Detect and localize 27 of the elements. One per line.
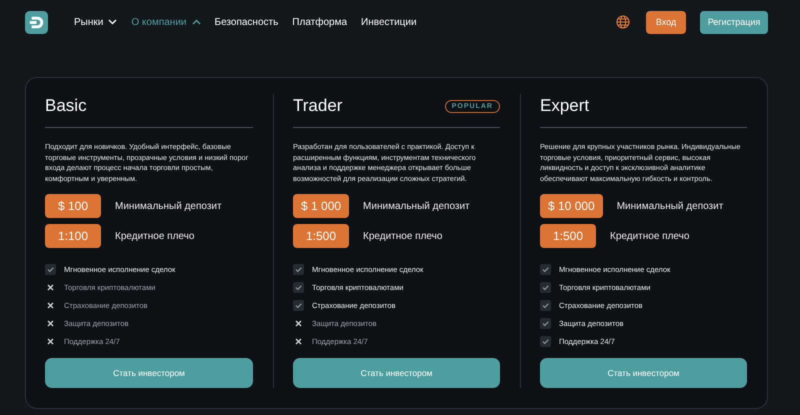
nav-link[interactable]: Рынки	[74, 16, 118, 28]
deposit-amount: $ 10 000	[540, 194, 603, 218]
login-button[interactable]: Вход	[646, 10, 686, 34]
logo-icon[interactable]	[25, 10, 48, 34]
leverage-label: Кредитное плечо	[610, 230, 690, 242]
deposit-amount: $ 1 000	[293, 194, 350, 218]
leverage-value: 1:100	[45, 224, 101, 248]
deposit-label: Минимальный депозит	[363, 200, 470, 212]
leverage-label: Кредитное плечо	[115, 230, 194, 242]
leverage-label: Кредитное плечо	[363, 230, 442, 242]
invest-button[interactable]: Стать инвестором	[45, 358, 253, 388]
leverage-value: 1:500	[540, 224, 596, 248]
nav-link[interactable]: Безопасность	[214, 16, 278, 28]
register-button[interactable]: Регистрация	[700, 10, 768, 34]
nav-link[interactable]: Инвестиции	[361, 16, 417, 28]
plan-title: Expert	[540, 96, 590, 116]
leverage-value: 1:500	[293, 224, 349, 248]
deposit-label: Минимальный депозит	[616, 200, 724, 212]
plan-title: Basic	[45, 96, 87, 116]
invest-button[interactable]: Стать инвестором	[293, 358, 500, 388]
deposit-label: Минимальный депозит	[115, 200, 222, 212]
nav-link[interactable]: Платформа	[292, 16, 348, 28]
invest-button[interactable]: Стать инвестором	[540, 358, 747, 388]
globe-icon[interactable]	[616, 15, 630, 29]
deposit-amount: $ 100	[45, 194, 101, 218]
plan-title: Trader	[293, 96, 342, 116]
nav-link[interactable]: О компании	[131, 16, 200, 28]
